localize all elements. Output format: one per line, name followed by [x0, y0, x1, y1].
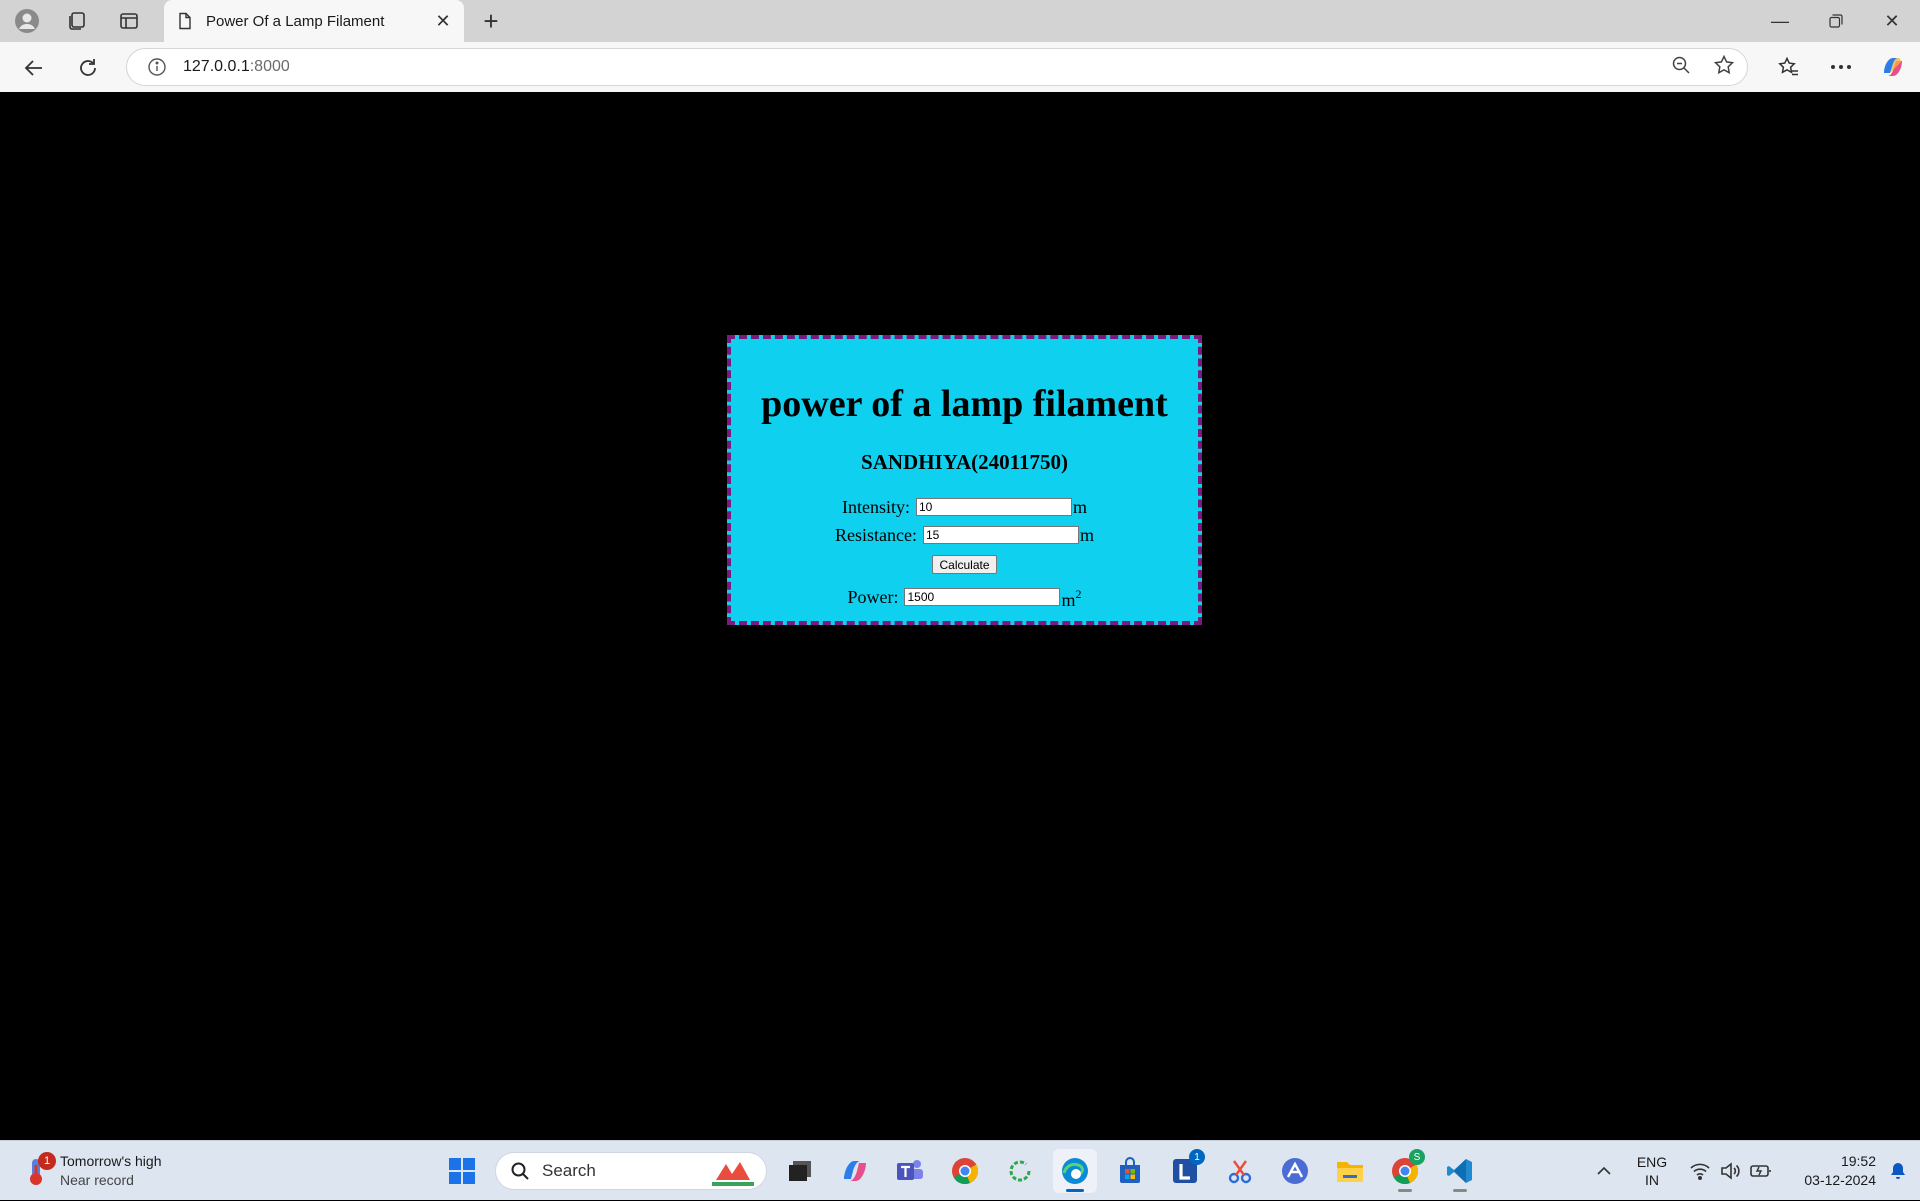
zoom-out-icon[interactable] — [1671, 55, 1691, 80]
profile-icon[interactable] — [12, 6, 42, 36]
more-options-icon[interactable] — [1824, 50, 1858, 84]
close-window-icon[interactable]: ✕ — [1864, 0, 1920, 42]
close-tab-icon[interactable]: ✕ — [432, 10, 454, 32]
l-app-icon[interactable]: 1 — [1163, 1149, 1207, 1193]
language-indicator[interactable]: ENG IN — [1624, 1153, 1680, 1189]
file-explorer-icon[interactable] — [1328, 1149, 1372, 1193]
refresh-icon[interactable] — [72, 52, 104, 84]
minimize-icon[interactable]: — — [1752, 0, 1808, 42]
back-arrow-icon[interactable] — [18, 52, 50, 84]
calculate-button[interactable]: Calculate — [932, 555, 997, 574]
chrome-icon[interactable] — [943, 1149, 987, 1193]
tab-title: Power Of a Lamp Filament — [206, 12, 385, 30]
edge-icon[interactable] — [1053, 1149, 1097, 1193]
power-label: Power: — [847, 587, 899, 607]
window-controls: — ✕ — [1752, 0, 1920, 42]
search-highlight-icon — [712, 1162, 754, 1186]
power-output[interactable] — [904, 588, 1061, 606]
student-name: SANDHIYA(24011750) — [861, 450, 1068, 474]
button-row: Calculate — [731, 555, 1198, 575]
tab-active[interactable]: Power Of a Lamp Filament ✕ — [164, 0, 464, 42]
copilot-icon[interactable] — [1876, 50, 1910, 84]
search-placeholder: Search — [542, 1161, 596, 1180]
language-code: ENG — [1636, 1154, 1668, 1170]
favorites-icon[interactable] — [1772, 50, 1806, 84]
intensity-row: Intensity: m — [731, 497, 1198, 517]
wifi-icon — [1690, 1163, 1710, 1180]
taskbar-search[interactable]: Search — [495, 1152, 767, 1190]
weather-widget[interactable]: 1 Tomorrow's high Near record — [24, 1149, 204, 1193]
show-hidden-icons-icon[interactable] — [1584, 1166, 1624, 1176]
page-viewport: power of a lamp filament SANDHIYA(240117… — [5, 93, 1915, 1137]
resistance-unit: m — [1079, 525, 1094, 545]
power-unit-exponent: 2 — [1075, 587, 1082, 601]
microsoft-store-icon[interactable] — [1108, 1149, 1152, 1193]
clock-date: 03-12-2024 — [1804, 1172, 1876, 1188]
intensity-input[interactable] — [915, 498, 1072, 516]
notification-bell-icon[interactable] — [1876, 1161, 1920, 1181]
thermometer-icon: 1 — [24, 1152, 56, 1186]
tab-actions-icon[interactable] — [114, 6, 144, 36]
resistance-input[interactable] — [922, 526, 1079, 544]
chrome-profile-badge: S — [1409, 1149, 1425, 1165]
quick-settings[interactable] — [1690, 1162, 1772, 1180]
l-app-badge: 1 — [1189, 1149, 1205, 1165]
snipping-tool-icon[interactable] — [1218, 1149, 1262, 1193]
system-tray: ENG IN 19:52 03-12-2024 — [1584, 1141, 1920, 1201]
volume-icon — [1721, 1162, 1740, 1180]
weather-badge: 1 — [38, 1152, 56, 1170]
chrome-profile-icon[interactable]: S — [1383, 1149, 1427, 1193]
vscode-icon[interactable] — [1438, 1149, 1482, 1193]
calculator-card: power of a lamp filament SANDHIYA(240117… — [727, 335, 1202, 625]
language-region: IN — [1645, 1172, 1659, 1188]
arc-app-icon[interactable] — [1273, 1149, 1317, 1193]
teams-icon[interactable] — [888, 1149, 932, 1193]
page-icon — [179, 12, 191, 30]
vscode-running-indicator — [1453, 1189, 1467, 1192]
address-bar[interactable]: 127.0.0.1:8000 — [126, 48, 1748, 86]
page-title: power of a lamp filament — [761, 383, 1168, 425]
url-host: 127.0.0.1 — [183, 58, 250, 75]
copilot-app-icon[interactable] — [833, 1149, 877, 1193]
resistance-label: Resistance: — [835, 525, 917, 545]
url-port: :8000 — [249, 58, 290, 75]
site-info-icon[interactable] — [147, 57, 167, 77]
restore-icon[interactable] — [1808, 0, 1864, 42]
favorite-star-icon[interactable] — [1713, 54, 1735, 81]
browser-toolbar: 127.0.0.1:8000 — [0, 42, 1920, 92]
task-view-icon[interactable] — [778, 1149, 822, 1193]
resistance-row: Resistance: m — [731, 525, 1198, 545]
taskbar: 1 Tomorrow's high Near record Search 1 S… — [0, 1140, 1920, 1200]
new-tab-button[interactable]: + — [476, 6, 506, 36]
edge-active-indicator — [1066, 1189, 1084, 1192]
intensity-label: Intensity: — [841, 497, 910, 517]
start-windows-icon[interactable] — [440, 1149, 484, 1193]
browser-tab-bar: Power Of a Lamp Filament ✕ + — ✕ — [0, 0, 1920, 42]
chrome-running-indicator — [1398, 1189, 1412, 1192]
weather-subtitle: Near record — [60, 1172, 134, 1188]
clock[interactable]: 19:52 03-12-2024 — [1786, 1152, 1876, 1190]
power-row: Power: m2 — [731, 584, 1198, 610]
search-icon — [511, 1162, 529, 1180]
refresh-app-icon[interactable] — [998, 1149, 1042, 1193]
intensity-unit: m — [1072, 497, 1087, 517]
battery-icon — [1750, 1165, 1771, 1177]
power-unit: m2 — [1061, 584, 1081, 610]
workspaces-icon[interactable] — [62, 6, 92, 36]
power-unit-base: m — [1061, 590, 1076, 610]
weather-title: Tomorrow's high — [60, 1153, 162, 1169]
clock-time: 19:52 — [1840, 1153, 1876, 1169]
taskbar-apps: Search 1 S — [440, 1149, 1482, 1193]
